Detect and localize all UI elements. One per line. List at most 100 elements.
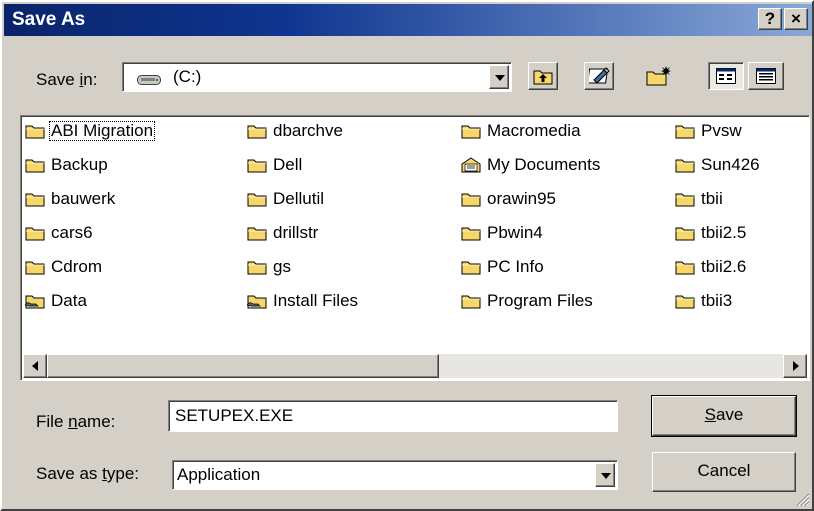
save-as-type-label: Save as type:	[36, 464, 140, 483]
file-list-item[interactable]: dbarchve	[247, 120, 345, 142]
file-list-item[interactable]: Pvsw	[675, 120, 744, 142]
folder-icon	[25, 123, 49, 139]
save-as-dialog: Save As ? × Save in: (C:) ABI Migration …	[0, 0, 814, 511]
folder-icon	[25, 259, 49, 275]
file-list-item[interactable]: tbii2.6	[675, 256, 748, 278]
folder-icon	[247, 225, 271, 241]
file-list-item-label: bauwerk	[51, 189, 116, 208]
save-in-dropdown[interactable]: (C:)	[122, 62, 512, 92]
file-list-item[interactable]: cars6	[25, 222, 95, 244]
file-list-item[interactable]: Macromedia	[461, 120, 583, 142]
scrollbar-thumb[interactable]	[47, 354, 439, 378]
folder-icon	[675, 293, 699, 309]
folder-icon	[25, 225, 49, 241]
shared-folder-icon	[25, 293, 49, 309]
folder-icon	[25, 157, 49, 173]
save-in-value: (C:)	[173, 67, 202, 86]
folder-icon	[675, 157, 699, 173]
title-bar[interactable]: Save As ? ×	[4, 4, 812, 36]
file-list-item[interactable]: My Documents	[461, 154, 602, 176]
file-list-item-label: tbii3	[701, 291, 733, 310]
file-list-item-label: tbii2.6	[701, 257, 747, 276]
up-one-level-icon	[533, 67, 553, 90]
file-list-item-label: drillstr	[273, 223, 319, 242]
my-documents-icon	[461, 157, 485, 173]
go-to-desktop-button[interactable]	[584, 62, 614, 90]
file-list-item-label: orawin95	[487, 189, 556, 208]
dialog-title: Save As	[12, 9, 86, 30]
file-list-item[interactable]: Program Files	[461, 290, 595, 312]
file-name-label: File name:	[36, 412, 116, 431]
file-list-item-label: cars6	[51, 223, 93, 242]
save-button[interactable]: Save	[651, 395, 797, 437]
file-list-item-label: Dellutil	[273, 189, 325, 208]
folder-icon	[247, 259, 271, 275]
folder-icon	[461, 225, 485, 241]
file-list-item-label: dbarchve	[273, 121, 343, 140]
file-list-item-label: My Documents	[487, 155, 601, 174]
folder-icon	[675, 259, 699, 275]
list-view-icon	[716, 68, 736, 89]
scroll-left-button[interactable]	[23, 354, 47, 378]
file-list-item[interactable]: tbii	[675, 188, 725, 210]
new-folder-icon	[646, 65, 672, 92]
up-one-level-button[interactable]	[528, 62, 558, 90]
file-list-item[interactable]: Backup	[25, 154, 110, 176]
file-list-item-label: Data	[51, 291, 87, 310]
file-list-item[interactable]: Cdrom	[25, 256, 104, 278]
folder-icon	[461, 293, 485, 309]
file-list-item[interactable]: drillstr	[247, 222, 320, 244]
file-name-value: SETUPEX.EXE	[175, 406, 294, 425]
resize-grip[interactable]	[794, 491, 810, 507]
file-list-item-label: Sun426	[701, 155, 760, 174]
file-list-item[interactable]: ABI Migration	[25, 120, 156, 142]
save-as-type-dropdown[interactable]: Application	[172, 460, 618, 490]
help-button[interactable]: ?	[758, 8, 782, 30]
details-view-button[interactable]	[748, 62, 784, 90]
details-view-icon	[756, 68, 776, 89]
save-as-type-value: Application	[177, 465, 261, 484]
file-list-item-label: ABI Migration	[49, 121, 156, 141]
file-list-item-label: Pvsw	[701, 121, 742, 140]
folder-icon	[461, 259, 485, 275]
desktop-icon	[587, 66, 611, 91]
file-list-item[interactable]: gs	[247, 256, 293, 278]
cancel-button[interactable]: Cancel	[652, 452, 796, 492]
folder-icon	[675, 123, 699, 139]
shared-folder-icon	[247, 293, 271, 309]
file-list-item[interactable]: orawin95	[461, 188, 558, 210]
file-list-item-label: Backup	[51, 155, 108, 174]
horizontal-scrollbar[interactable]	[23, 354, 807, 378]
file-list-item[interactable]: Dellutil	[247, 188, 326, 210]
file-list-item[interactable]: Sun426	[675, 154, 762, 176]
file-list-item[interactable]: tbii2.5	[675, 222, 748, 244]
file-list[interactable]: ABI Migration Backup bauwerk cars6 Cdrom Data…	[20, 115, 810, 381]
file-name-input[interactable]: SETUPEX.EXE	[168, 400, 618, 432]
list-view-button[interactable]	[708, 62, 744, 90]
file-list-item[interactable]: Data	[25, 290, 89, 312]
folder-icon	[247, 191, 271, 207]
file-list-item-label: tbii	[701, 189, 723, 208]
file-list-item-label: Install Files	[273, 291, 359, 310]
save-in-dropdown-arrow[interactable]	[489, 65, 509, 89]
save-as-type-dropdown-arrow[interactable]	[595, 463, 615, 487]
file-list-item-label: Macromedia	[487, 121, 581, 140]
file-list-item[interactable]: bauwerk	[25, 188, 117, 210]
file-list-item[interactable]: PC Info	[461, 256, 546, 278]
create-new-folder-button[interactable]	[642, 62, 672, 90]
file-list-item[interactable]: tbii3	[675, 290, 734, 312]
folder-icon	[675, 191, 699, 207]
drive-icon	[137, 71, 161, 91]
folder-icon	[25, 191, 49, 207]
file-list-item-label: PC Info	[487, 257, 544, 276]
folder-icon	[675, 225, 699, 241]
scroll-right-button[interactable]	[783, 354, 807, 378]
file-list-item[interactable]: Pbwin4	[461, 222, 545, 244]
file-list-item[interactable]: Dell	[247, 154, 304, 176]
file-list-item[interactable]: Install Files	[247, 290, 360, 312]
close-button[interactable]: ×	[784, 8, 808, 30]
file-list-item-label: gs	[273, 257, 291, 276]
folder-icon	[461, 191, 485, 207]
folder-icon	[247, 123, 271, 139]
file-list-item-label: Program Files	[487, 291, 593, 310]
